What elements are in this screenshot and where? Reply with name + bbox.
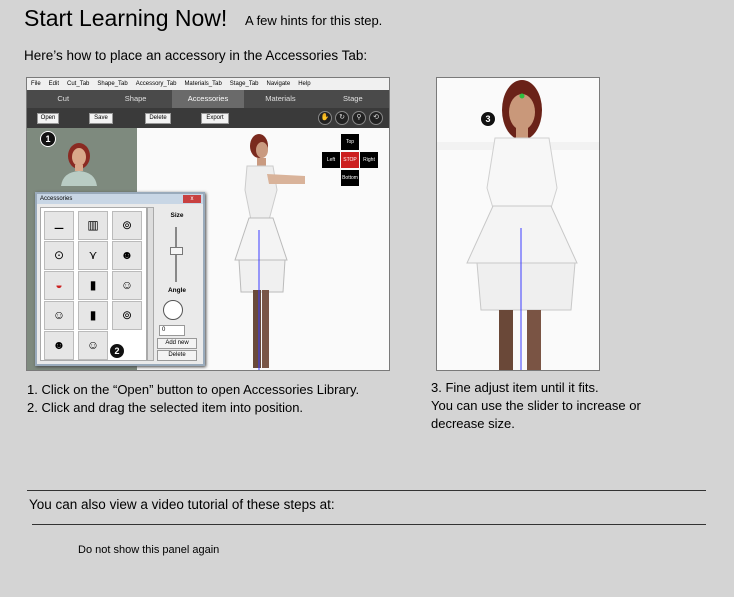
divider-top bbox=[27, 490, 706, 491]
page-title: Start Learning Now! bbox=[24, 5, 228, 31]
dpad-stop: STOP bbox=[341, 152, 359, 168]
menu-accessory-tab: Accessory_Tab bbox=[135, 81, 177, 87]
tab-stage: Stage bbox=[343, 94, 363, 103]
reset-view-icon: ⟲ bbox=[369, 111, 383, 125]
accessory-item: ▮ bbox=[78, 301, 108, 330]
intro-text: Here’s how to place an accessory in the … bbox=[24, 48, 368, 63]
tab-cut: Cut bbox=[57, 94, 70, 103]
size-slider-thumb bbox=[170, 247, 183, 255]
save-button: Save bbox=[89, 113, 113, 124]
step-one-badge: 1 bbox=[40, 131, 56, 147]
step-two-badge: 2 bbox=[109, 343, 125, 359]
angle-value: 0 bbox=[159, 325, 185, 336]
menu-shape-tab: Shape_Tab bbox=[97, 81, 128, 87]
accessory-item: ⊚ bbox=[112, 301, 142, 330]
accessory-item: ☺ bbox=[78, 331, 108, 360]
dialog-title: Accessories bbox=[37, 194, 203, 204]
menu-help: Help bbox=[298, 81, 311, 87]
menu-cut-tab: Cut_Tab bbox=[67, 81, 90, 87]
menu-edit: Edit bbox=[48, 81, 60, 87]
dialog-delete-button: Delete bbox=[157, 350, 197, 361]
app-toolbar: Open Save Delete Export ✋ ↻ ⚲ ⟲ bbox=[27, 108, 389, 128]
angle-label: Angle bbox=[167, 287, 187, 294]
accessory-grid: ⚊ ▥ ⊚ ⊙ ⋎ ☻ ◒ ▮ ☺ ☺ ▮ ⊚ ☻ ☺ bbox=[40, 207, 147, 361]
menu-file: File bbox=[31, 81, 41, 87]
hide-panel-link[interactable]: Do not show this panel again bbox=[78, 544, 219, 556]
dialog-controls: Size Angle 0 Add new Delete bbox=[155, 207, 199, 361]
mannequin-side-view bbox=[234, 134, 305, 370]
accessories-tab-screenshot: File Edit Cut_Tab Shape_Tab Accessory_Ta… bbox=[26, 77, 390, 371]
accessory-item: ☻ bbox=[44, 331, 74, 360]
step-3-hint-line-2: decrease size. bbox=[431, 416, 515, 431]
menu-materials-tab: Materials_Tab bbox=[184, 81, 222, 87]
menu-stage-tab: Stage_Tab bbox=[229, 81, 259, 87]
step-three-badge: 3 bbox=[480, 111, 496, 127]
accessory-item: ☺ bbox=[44, 301, 74, 330]
step-2-text: 2. Click and drag the selected item into… bbox=[27, 400, 304, 415]
avatar-thumbnail bbox=[61, 143, 97, 186]
dpad-left: Left bbox=[322, 152, 340, 168]
grid-scrollbar bbox=[147, 207, 154, 361]
accessory-item: ☻ bbox=[112, 241, 142, 270]
dpad-right: Right bbox=[360, 152, 378, 168]
mannequin-front-view bbox=[437, 80, 599, 370]
export-button: Export bbox=[201, 113, 229, 124]
step-1-text: 1. Click on the “Open” button to open Ac… bbox=[27, 382, 360, 397]
delete-button: Delete bbox=[145, 113, 171, 124]
app-tabbar: Cut Shape Accessories Materials Stage bbox=[27, 90, 389, 108]
angle-dial bbox=[163, 300, 183, 320]
open-button: Open bbox=[37, 113, 59, 124]
menu-navigate: Navigate bbox=[266, 81, 291, 87]
page-subtitle: A few hints for this step. bbox=[245, 13, 383, 28]
fitted-accessory-screenshot: 3 bbox=[436, 77, 600, 371]
accessories-dialog: Accessories x ⚊ ▥ ⊚ ⊙ ⋎ ☻ ◒ ▮ ☺ ☺ ▮ ⊚ ☻ … bbox=[35, 192, 205, 366]
accessory-item: ⚊ bbox=[44, 211, 74, 240]
divider-bottom bbox=[32, 524, 706, 525]
tab-materials: Materials bbox=[265, 94, 296, 103]
accessory-item: ⊚ bbox=[112, 211, 142, 240]
video-tutorial-text: You can also view a video tutorial of th… bbox=[29, 497, 335, 512]
accessory-item: ▥ bbox=[78, 211, 108, 240]
dpad-top: Top bbox=[341, 134, 359, 150]
rotate-icon: ↻ bbox=[335, 111, 349, 125]
camera-dpad: Top Left STOP Right Bottom bbox=[322, 134, 378, 190]
accessory-item: ◒ bbox=[44, 271, 74, 300]
tab-shape: Shape bbox=[124, 94, 147, 103]
accessory-item: ☺ bbox=[112, 271, 142, 300]
tab-accessories: Accessories bbox=[171, 90, 245, 108]
step-3-text: 3. Fine adjust item until it fits. bbox=[431, 380, 599, 395]
step-3-hint-line-1: You can use the slider to increase or bbox=[431, 398, 641, 413]
accessory-item: ⊙ bbox=[44, 241, 74, 270]
dialog-close-button: x bbox=[183, 195, 201, 203]
zoom-icon: ⚲ bbox=[352, 111, 366, 125]
hand-icon: ✋ bbox=[318, 111, 332, 125]
add-new-button: Add new bbox=[157, 338, 197, 349]
accessory-item: ⋎ bbox=[78, 241, 108, 270]
size-label: Size bbox=[170, 212, 184, 219]
accessory-item: ▮ bbox=[78, 271, 108, 300]
dpad-bottom: Bottom bbox=[341, 170, 359, 186]
